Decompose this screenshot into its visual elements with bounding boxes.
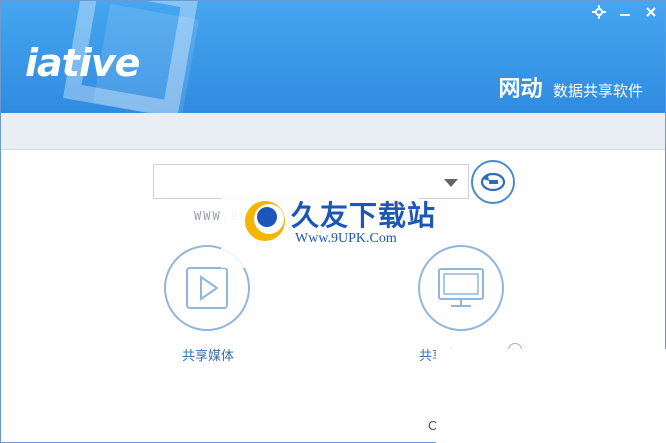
refresh-icon [480, 172, 506, 192]
toolbar-band [1, 113, 665, 150]
watermark-url: Www.9UPK.Com [295, 231, 397, 246]
occluded-area [436, 349, 666, 443]
play-icon [186, 267, 228, 309]
refresh-button[interactable] [471, 160, 515, 204]
close-icon[interactable] [643, 5, 659, 19]
chevron-down-icon[interactable] [444, 179, 458, 187]
window-controls [591, 5, 659, 19]
app-title-sub: 数据共享软件 [552, 83, 643, 100]
header-banner: iative 网动 数据共享软件 [1, 1, 665, 113]
app-title-main: 网动 [498, 76, 543, 101]
watermark-brand: 久友下载站 [291, 200, 437, 231]
app-logo: iative [25, 41, 140, 85]
share-desktop-button[interactable] [418, 245, 504, 331]
app-title: 网动 数据共享软件 [499, 71, 643, 103]
minimize-icon[interactable] [617, 5, 633, 19]
settings-icon[interactable] [591, 5, 607, 19]
monitor-icon [438, 268, 484, 307]
share-media-label: 共享媒体 [182, 348, 235, 363]
watermark-logo-icon [245, 201, 285, 241]
